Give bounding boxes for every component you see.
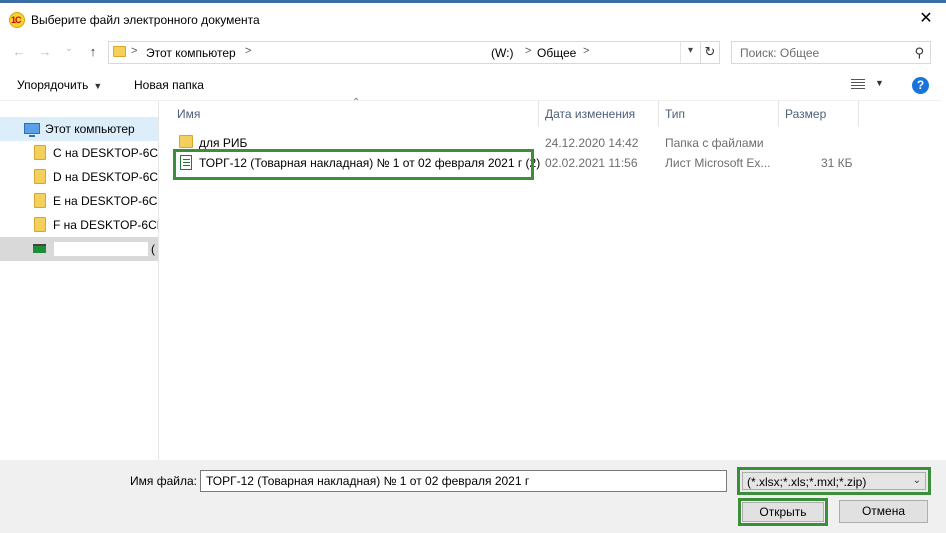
file-type: Папка с файлами [665,136,764,150]
sidebar-item-label: ( [151,242,155,256]
network-drive-icon [34,145,46,160]
up-arrow-icon[interactable]: ↑ [84,44,102,59]
help-icon[interactable]: ? [912,77,929,94]
sidebar-item-drive-e[interactable]: E на DESKTOP-6CPI [0,189,158,213]
folder-icon [179,135,193,148]
column-header-row: ⌃ Имя Дата изменения Тип Размер [159,97,946,127]
computer-icon [24,123,40,137]
new-folder-button[interactable]: Новая папка [134,78,204,92]
navigation-pane[interactable]: Этот компьютер C на DESKTOP-6CP D на DES… [0,101,158,460]
sidebar-item-drive-f[interactable]: F на DESKTOP-6CPI [0,213,158,237]
file-type-filter-value: (*.xlsx;*.xls;*.mxl;*.zip) [747,475,867,489]
sidebar-item-label: E на DESKTOP-6CPI [53,194,158,208]
folder-icon [113,46,126,57]
refresh-icon[interactable]: ↻ [700,41,720,64]
dialog-footer: Имя файла: ТОРГ-12 (Товарная накладная) … [0,460,946,533]
breadcrumb-obshchee[interactable]: Общее [537,46,576,60]
address-bar[interactable]: > Этот компьютер > (W:) > Общее > [108,41,720,64]
recent-locations-chevron-icon[interactable]: ⌄ [60,43,78,54]
breadcrumb-separator-icon[interactable]: > [583,45,589,57]
file-size: 31 КБ [821,156,853,170]
address-dropdown-chevron-icon[interactable]: ▾ [680,41,700,63]
view-options-icon[interactable] [851,79,865,90]
column-header-name[interactable]: Имя [171,101,539,127]
window-title: Выберите файл электронного документа [31,12,260,27]
chevron-down-icon: ⌄ [912,475,921,486]
breadcrumb-drive-w[interactable]: (W:) [491,46,513,60]
sidebar-item-label: F на DESKTOP-6CPI [53,218,158,232]
network-drive-icon [34,217,46,232]
file-date: 24.12.2020 14:42 [545,136,639,150]
column-header-type[interactable]: Тип [659,101,779,127]
organize-label: Упорядочить [17,78,89,92]
sidebar-item-network-drive-w[interactable]: ( [0,237,158,261]
file-name: для РИБ [199,136,248,150]
chevron-down-icon: ▼ [93,81,103,91]
network-drive-icon [34,193,46,208]
sidebar-item-label: Этот компьютер [45,122,135,136]
filename-input[interactable]: ТОРГ-12 (Товарная накладная) № 1 от 02 ф… [200,470,727,492]
search-placeholder: Поиск: Общее [740,46,820,60]
search-icon: ⚲ [914,45,924,60]
file-type: Лист Microsoft Ex... [665,156,771,170]
filename-label: Имя файла: [130,474,197,488]
highlight-selected-file [173,149,534,180]
close-icon[interactable]: ✕ [916,9,936,29]
forward-arrow-icon[interactable]: → [36,44,54,59]
filename-value: ТОРГ-12 (Товарная накладная) № 1 от 02 ф… [206,474,530,488]
redacted-label [54,242,148,256]
sidebar-item-label: C на DESKTOP-6CP [53,146,158,160]
breadcrumb-this-pc[interactable]: Этот компьютер [146,46,236,60]
file-date: 02.02.2021 11:56 [545,156,638,170]
file-type-filter-select[interactable]: (*.xlsx;*.xls;*.mxl;*.zip) ⌄ [737,467,931,495]
back-arrow-icon[interactable]: ← [10,44,28,59]
column-header-date[interactable]: Дата изменения [539,101,659,127]
sidebar-item-this-pc[interactable]: Этот компьютер [0,117,158,141]
cancel-button[interactable]: Отмена [839,500,928,523]
scrollbar-track[interactable] [941,68,946,460]
command-toolbar: Упорядочить ▼ Новая папка ▼ [0,68,946,101]
column-header-size[interactable]: Размер [779,101,859,127]
sidebar-item-label: D на DESKTOP-6CP [53,170,158,184]
file-type-filter-inner: (*.xlsx;*.xls;*.mxl;*.zip) ⌄ [742,472,926,490]
search-input[interactable]: Поиск: Общее ⚲ [731,41,931,64]
sidebar-item-drive-c[interactable]: C на DESKTOP-6CP [0,141,158,165]
network-drive-icon [34,169,46,184]
breadcrumb-separator-icon[interactable]: > [245,45,251,57]
navigation-bar: ← → ⌄ ↑ > Этот компьютер > (W:) > Общее … [0,36,946,68]
sidebar-item-drive-d[interactable]: D на DESKTOP-6CP [0,165,158,189]
title-bar: 1С Выберите файл электронного документа … [0,3,946,36]
organize-button[interactable]: Упорядочить ▼ [17,78,102,92]
open-button-highlight: Открыть [738,498,828,526]
open-button[interactable]: Открыть [742,502,824,522]
breadcrumb-separator-icon: > [131,45,138,57]
view-chevron-down-icon[interactable]: ▼ [875,78,884,88]
network-drive-icon [33,244,46,253]
app-1c-icon: 1С [9,11,25,28]
breadcrumb-separator-icon[interactable]: > [525,45,531,57]
